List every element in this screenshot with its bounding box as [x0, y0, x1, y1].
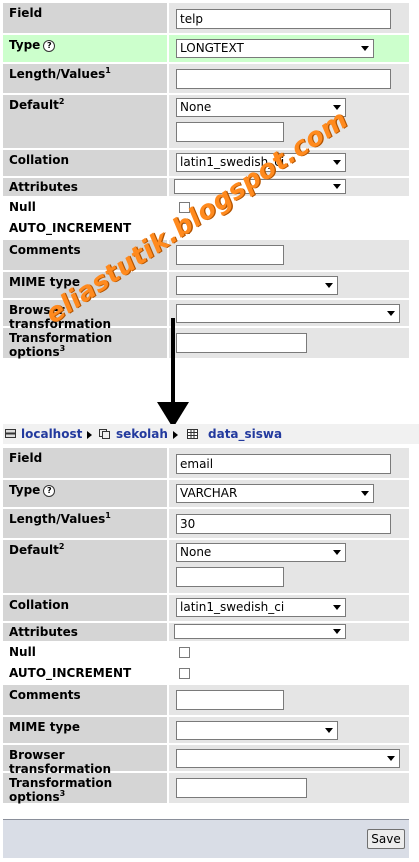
browser-transformation-row: Browser transformation: [3, 745, 409, 776]
mime-select[interactable]: [176, 721, 338, 740]
null-label: Null: [3, 642, 167, 662]
type-row: Type? LONGTEXT: [3, 35, 409, 62]
type-select[interactable]: VARCHAR: [176, 484, 374, 503]
save-button[interactable]: Save: [367, 829, 405, 849]
server-icon: [5, 429, 16, 438]
null-label: Null: [3, 197, 167, 217]
field-row: Field telp: [3, 3, 409, 33]
default-label: Default: [9, 543, 59, 557]
breadcrumb-table[interactable]: data_siswa: [208, 427, 282, 441]
length-label: Length/Values: [9, 67, 106, 81]
breadcrumb-separator-icon: [87, 431, 92, 439]
length-row: Length/Values1: [3, 64, 409, 93]
default-select[interactable]: None: [176, 543, 346, 562]
chevron-down-icon: [333, 184, 341, 189]
browser-transformation-select[interactable]: [176, 304, 400, 323]
chevron-down-icon: [333, 550, 341, 555]
chevron-down-icon: [333, 605, 341, 610]
type-row: Type? VARCHAR: [3, 480, 409, 507]
breadcrumb-server[interactable]: localhost: [21, 427, 82, 441]
default-label: Default: [9, 98, 59, 112]
chevron-down-icon: [387, 756, 395, 761]
transformation-options-row: Transformation options3: [3, 328, 409, 359]
length-label: Length/Values: [9, 512, 106, 526]
chevron-down-icon: [361, 491, 369, 496]
field-name-input[interactable]: email: [176, 454, 391, 474]
transformation-options-input[interactable]: [176, 333, 307, 353]
mime-select[interactable]: [176, 276, 338, 295]
help-icon[interactable]: ?: [43, 484, 56, 497]
chevron-down-icon: [333, 629, 341, 634]
transformation-options-row: Transformation options3: [3, 773, 409, 804]
type-label: Type: [9, 483, 41, 497]
attributes-select[interactable]: [174, 624, 346, 639]
collation-label: Collation: [3, 595, 167, 621]
collation-row: Collation latin1_swedish_ci: [3, 150, 409, 176]
browser-transformation-label: Browser transformation: [3, 745, 167, 776]
breadcrumb-database[interactable]: sekolah: [116, 427, 168, 441]
breadcrumb: localhost sekolah data_siswa: [3, 424, 419, 444]
chevron-down-icon: [387, 311, 395, 316]
chevron-down-icon: [333, 160, 341, 165]
default-value-input[interactable]: [176, 567, 284, 587]
attributes-row: Attributes: [3, 623, 409, 641]
browser-transformation-select[interactable]: [176, 749, 400, 768]
collation-label: Collation: [3, 150, 167, 176]
null-row: Null: [3, 642, 409, 662]
table-icon: [187, 429, 198, 439]
mime-label: MIME type: [3, 717, 167, 743]
comments-input[interactable]: [176, 245, 284, 265]
default-value-input[interactable]: [176, 122, 284, 142]
comments-row: Comments: [3, 240, 409, 270]
collation-row: Collation latin1_swedish_ci: [3, 595, 409, 621]
comments-input[interactable]: [176, 690, 284, 710]
collation-select[interactable]: latin1_swedish_ci: [176, 598, 346, 617]
chevron-down-icon: [325, 728, 333, 733]
chevron-down-icon: [325, 283, 333, 288]
default-row: Default2 None: [3, 540, 409, 593]
breadcrumb-separator-icon: [173, 431, 178, 439]
auto-increment-label: AUTO_INCREMENT: [3, 663, 167, 683]
transformation-options-input[interactable]: [176, 778, 307, 798]
length-row: Length/Values1 30: [3, 509, 409, 538]
field-label: Field: [3, 3, 167, 33]
chevron-down-icon: [361, 46, 369, 51]
length-input[interactable]: [176, 69, 391, 89]
attributes-label: Attributes: [3, 623, 167, 641]
field-row: Field email: [3, 448, 409, 478]
database-icon: [99, 429, 110, 439]
type-select[interactable]: LONGTEXT: [176, 39, 374, 58]
field-name-input[interactable]: telp: [176, 9, 391, 29]
length-input[interactable]: 30: [176, 514, 391, 534]
auto-increment-row: AUTO_INCREMENT: [3, 663, 409, 683]
down-arrow-icon: [157, 318, 189, 428]
comments-label: Comments: [3, 685, 167, 715]
field-label: Field: [3, 448, 167, 478]
help-icon[interactable]: ?: [43, 39, 56, 52]
form-footer: Save: [3, 819, 409, 858]
type-label: Type: [9, 38, 41, 52]
attributes-label: Attributes: [3, 178, 167, 196]
comments-row: Comments: [3, 685, 409, 715]
null-checkbox[interactable]: [179, 647, 190, 658]
auto-increment-checkbox[interactable]: [179, 668, 190, 679]
mime-row: MIME type: [3, 717, 409, 743]
